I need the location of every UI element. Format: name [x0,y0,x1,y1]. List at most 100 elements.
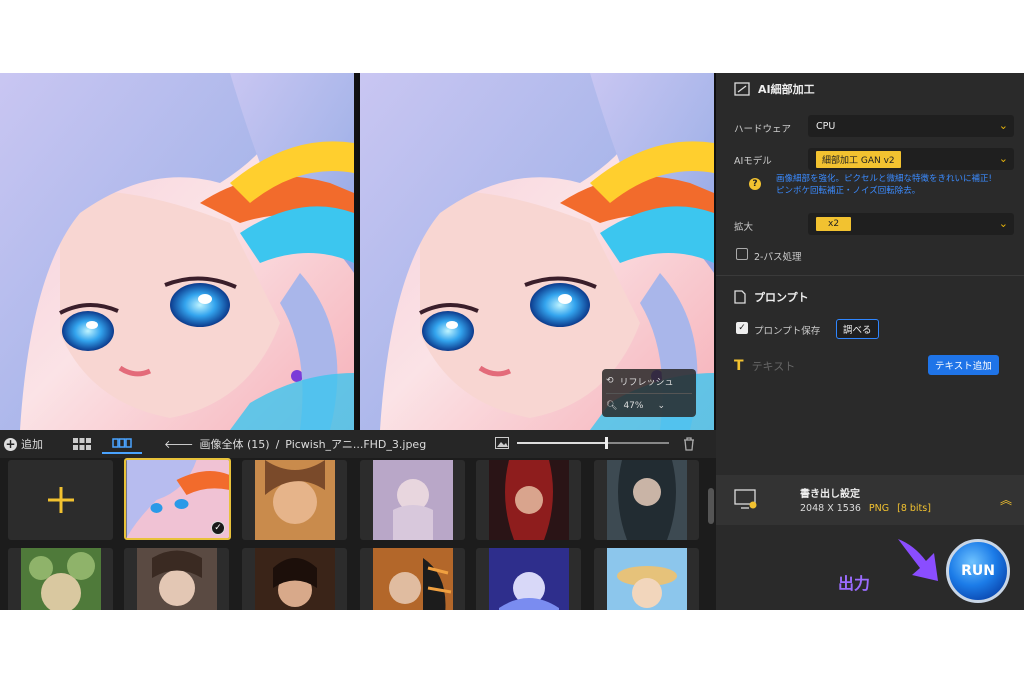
add-image-button[interactable]: + 追加 [0,436,62,452]
document-icon [734,290,746,304]
section-header-ai-detail: AI細部加工 [734,81,815,97]
thumbnail-image [606,460,687,540]
hardware-label: ハードウェア [734,124,792,135]
delete-button[interactable] [683,437,695,454]
thumbnail-item[interactable] [476,548,581,610]
export-format: PNG [868,503,890,514]
export-bits: [8 bits] [897,503,931,514]
text-row: T テキスト [734,358,795,374]
hardware-value: CPU [816,120,836,132]
inspect-button[interactable]: 調べる [836,319,879,339]
model-value: 細部加工 GAN v2 [816,150,901,168]
selected-check-icon: ✓ [211,521,225,535]
refresh-label: リフレッシュ [619,377,674,388]
model-label: AIモデル [734,156,772,167]
scale-value: x2 [816,217,852,231]
refresh-icon: ⟲ [606,376,614,386]
thumbnail-image [136,548,217,610]
breadcrumb: 🡐 画像全体 (15) / Picwish_アニ...FHD_3.jpeg [164,436,426,452]
preview-overlay-controls: ⟲ リフレッシュ 🔍︎ 47% ⌄ [602,369,696,417]
thumbnail-image [606,548,687,610]
model-hint: 画像細部を強化。ピクセルと微細な特徴をきれいに補正! ピンボケ回転補正・ノイズ回… [776,173,1020,197]
model-select[interactable]: 細部加工 GAN v2 ⌄ [808,148,1014,170]
text-t-icon: T [734,358,744,374]
zoom-dropdown[interactable]: 🔍︎ 47% ⌄ [602,394,696,418]
gallery-scrollbar[interactable] [708,488,714,524]
grid-icon [73,438,91,450]
zoom-value: 47% [623,401,644,411]
chevron-up-icon[interactable]: ︽ [1000,491,1012,508]
settings-panel: AI細部加工 ハードウェア CPU ⌄ AIモデル 細部加工 GAN v2 ⌄ … [716,73,1024,610]
thumbnail-item[interactable] [242,460,347,540]
add-image-tile[interactable] [8,460,113,540]
thumbnail-image [254,548,335,610]
divider [716,275,1024,276]
monitor-gear-icon [734,489,757,509]
run-button[interactable]: RUN [946,539,1010,603]
chevron-down-icon: ⌄ [998,152,1008,165]
add-text-button[interactable]: テキスト追加 [928,355,999,375]
chevron-down-icon: ⌄ [998,119,1008,132]
thumbnail-item[interactable] [476,460,581,540]
filmstrip-view-button[interactable] [102,434,142,454]
plus-icon [47,487,74,513]
anime-portrait-original [0,73,354,430]
prompt-save-checkbox[interactable]: ✓ [736,322,748,334]
thumbnail-image [488,460,569,540]
grid-view-button[interactable] [62,434,102,454]
text-label: テキスト [751,360,796,373]
plus-icon: + [4,436,17,451]
thumbnail-image [372,460,453,540]
ai-enhance-icon [734,82,750,96]
thumbnail-item[interactable] [594,548,699,610]
output-label: 出力 [838,574,871,593]
export-title: 書き出し設定 [800,489,860,500]
export-details: 2048 X 1536 PNG [8 bits] [800,503,931,514]
breadcrumb-all-images[interactable]: 画像全体 (15) [200,436,270,452]
run-label: RUN [961,563,995,579]
export-size: 2048 X 1536 [800,503,861,514]
refresh-button[interactable]: ⟲ リフレッシュ [602,369,696,393]
thumbnail-image [254,460,335,540]
thumbnail-item-selected[interactable]: ✓ [124,458,231,540]
twopass-checkbox[interactable] [736,248,748,260]
thumbnail-size-slider[interactable] [517,437,669,449]
thumbnail-item[interactable] [242,548,347,610]
thumbnail-image [488,548,569,610]
thumbnail-gallery: ✓ [0,458,716,610]
back-arrow-icon[interactable]: 🡐 [164,437,194,451]
preview-original [0,73,354,430]
scale-select[interactable]: x2 ⌄ [808,213,1014,235]
thumbnail-item[interactable] [594,460,699,540]
filmstrip-icon [112,438,132,448]
hardware-select[interactable]: CPU ⌄ [808,115,1014,137]
help-icon[interactable]: ? [749,178,761,190]
trash-icon [684,437,694,451]
model-hint-line: 画像細部を強化。ピクセルと微細な特徴をきれいに補正! [776,174,992,184]
gallery-toolbar: + 追加 🡐 画像全体 (15) / Picwish_アニ...FHD_3.jp… [0,430,716,458]
image-icon [495,437,509,449]
add-label: 追加 [21,438,43,451]
twopass-label: 2-パス処理 [754,252,802,263]
section-header-prompt: プロンプト [734,289,809,305]
pointer-arrow-icon [898,539,938,581]
export-settings[interactable]: 書き出し設定 2048 X 1536 PNG [8 bits] ︽ [716,475,1024,525]
breadcrumb-file: Picwish_アニ...FHD_3.jpeg [285,438,427,451]
prompt-save-label: プロンプト保存 [754,326,821,337]
thumbnail-item[interactable] [360,548,465,610]
thumbnail-item[interactable] [360,460,465,540]
breadcrumb-separator: / [275,437,280,451]
thumbnail-image [372,548,453,610]
chevron-down-icon: ⌄ [998,217,1008,230]
slider-handle[interactable] [605,437,609,449]
model-hint-line: ピンボケ回転補正・ノイズ回転除去。 [776,186,921,196]
scale-label: 拡大 [734,222,754,233]
chevron-down-icon: ⌄ [657,401,665,411]
thumbnail-size-control [495,437,669,449]
app-window: ⟲ リフレッシュ 🔍︎ 47% ⌄ + 追加 🡐 画像全体 (15) / Pic… [0,73,1024,610]
thumbnail-item[interactable] [8,548,113,610]
thumbnail-image [20,548,101,610]
preview-area: ⟲ リフレッシュ 🔍︎ 47% ⌄ [0,73,716,430]
zoom-icon: 🔍︎ [606,401,618,411]
thumbnail-item[interactable] [124,548,229,610]
